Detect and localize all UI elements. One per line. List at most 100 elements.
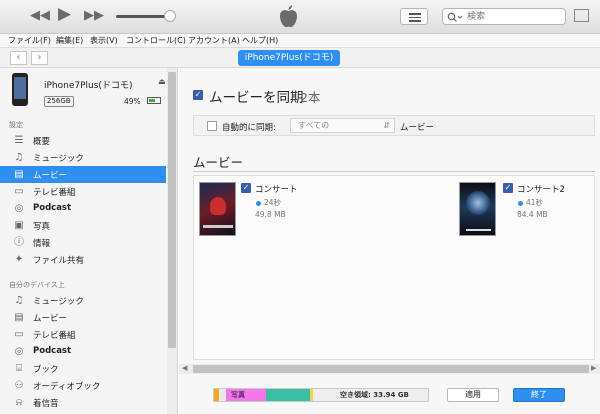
nav-row: ‹ › iPhone7Plus(ドコモ)	[0, 48, 600, 68]
movie-size: 49.8 MB	[255, 210, 286, 219]
fast-forward-icon[interactable]: ▶▶	[84, 9, 104, 23]
camera-icon: ▣	[14, 220, 24, 231]
storage-segment-apps	[266, 389, 310, 401]
device-card[interactable]: iPhone7Plus(ドコモ) ⏏ 256GB 49%	[0, 68, 166, 114]
menu-file[interactable]: ファイル(F)	[8, 35, 51, 46]
sidebar-scrollbar-thumb[interactable]	[168, 72, 176, 348]
sidebar-item-settings-3[interactable]: ▭ テレビ番組	[0, 183, 166, 200]
sidebar-scrollbar[interactable]	[167, 68, 177, 414]
capacity-badge: 256GB	[44, 96, 74, 107]
bell-icon: ⍾	[15, 397, 23, 408]
device-name: iPhone7Plus(ドコモ)	[44, 81, 133, 91]
play-icon[interactable]: ▶	[58, 6, 71, 23]
volume-slider-knob[interactable]	[164, 10, 176, 22]
select-arrows-icon: ⇵	[383, 121, 390, 130]
sync-movies-checkbox[interactable]: ✓	[193, 90, 203, 100]
menu-view[interactable]: 表示(V)	[90, 35, 118, 46]
back-button[interactable]: ‹	[10, 51, 27, 65]
film-icon: ▤	[14, 169, 24, 180]
battery-icon	[147, 97, 161, 104]
sidebar-item-label: ミュージック	[33, 297, 84, 307]
storage-capacity-bar: 写真 空き領域: 33.94 GB	[213, 388, 429, 402]
movies-heading: ムービー	[193, 155, 244, 170]
search-icon	[447, 12, 463, 22]
film-icon: ▤	[14, 312, 24, 323]
apply-button[interactable]: 適用	[447, 388, 499, 402]
auto-sync-bar: 自動的に同期: すべての ⇵ ムービー	[193, 115, 595, 136]
sidebar-item-ondevice-1[interactable]: ▤ ムービー	[0, 309, 166, 326]
tv-icon: ▭	[14, 186, 24, 197]
sidebar-item-ondevice-2[interactable]: ▭ テレビ番組	[0, 326, 166, 343]
main-panel: ✓ ムービーを同期 2本 自動的に同期: すべての ⇵ ムービー ムービー ✓ …	[179, 68, 600, 414]
sidebar-item-settings-4[interactable]: ◎ Podcast	[0, 200, 166, 217]
movie-checkbox[interactable]: ✓	[503, 183, 513, 193]
auto-sync-checkbox[interactable]	[207, 121, 217, 131]
music-note-icon: ♫	[14, 152, 24, 163]
sync-movies-count: 2本	[300, 90, 321, 105]
menu-account[interactable]: アカウント(A)	[188, 35, 240, 46]
sidebar-item-ondevice-6[interactable]: ⍾ 着信音	[0, 394, 166, 411]
divider	[193, 171, 595, 172]
movie-size: 84.4 MB	[517, 210, 548, 219]
movies-list: ✓ コンサート 24秒 49.8 MB ✓ コンサート2 41秒 84.4 MB	[193, 175, 595, 360]
podcast-icon: ◎	[14, 346, 24, 357]
movie-title: コンサート	[255, 185, 298, 195]
movie-duration: 41秒	[518, 197, 543, 208]
sidebar-item-settings-2[interactable]: ▤ ムービー	[0, 166, 166, 183]
book-icon: ⌸	[16, 363, 22, 374]
sidebar-item-label: 写真	[33, 222, 51, 232]
eject-icon[interactable]: ⏏	[158, 77, 166, 86]
horizontal-scrollbar-thumb[interactable]	[193, 365, 589, 373]
sidebar-item-ondevice-4[interactable]: ⌸ ブック	[0, 360, 166, 377]
auto-sync-select[interactable]: すべての ⇵	[290, 118, 395, 133]
info-icon: ⓘ	[14, 237, 24, 248]
menu-controls[interactable]: コントロール(C)	[126, 35, 186, 46]
battery-level	[149, 99, 155, 102]
settings-section-header: 設定	[9, 121, 23, 129]
rewind-icon[interactable]: ◀◀	[30, 9, 50, 23]
movie-duration-text: 41秒	[526, 198, 544, 207]
toolbar: ◀◀ ▶ ▶▶	[0, 0, 600, 34]
sidebar-item-label: 概要	[33, 137, 51, 147]
sidebar-item-settings-0[interactable]: ☰ 概要	[0, 132, 166, 149]
scroll-right-icon[interactable]: ▶	[591, 364, 596, 372]
sidebar-item-label: Podcast	[33, 346, 72, 356]
sidebar-item-label: Podcast	[33, 203, 72, 213]
sidebar-item-label: 着信音	[33, 399, 59, 409]
movie-duration: 24秒	[256, 197, 281, 208]
device-button[interactable]: iPhone7Plus(ドコモ)	[238, 50, 340, 66]
sidebar-item-ondevice-5[interactable]: ⚇ オーディオブック	[0, 377, 166, 394]
podcast-icon: ◎	[14, 203, 24, 214]
sidebar-item-ondevice-0[interactable]: ♫ ミュージック	[0, 292, 166, 309]
on-device-section-header: 自分のデバイス上	[9, 281, 65, 289]
music-note-icon: ♫	[14, 295, 24, 306]
sidebar-item-settings-6[interactable]: ⓘ 情報	[0, 234, 166, 251]
sidebar-item-settings-7[interactable]: ✦ ファイル共有	[0, 251, 166, 268]
battery-percent: 49%	[124, 97, 141, 106]
menu-help[interactable]: ヘルプ(H)	[242, 35, 278, 46]
search-input[interactable]	[467, 10, 562, 23]
sidebar-item-settings-5[interactable]: ▣ 写真	[0, 217, 166, 234]
auto-sync-tail-label: ムービー	[400, 123, 435, 133]
done-button[interactable]: 終了	[513, 388, 565, 402]
search-box[interactable]	[442, 8, 566, 25]
audiobook-icon: ⚇	[14, 380, 24, 391]
scroll-left-icon[interactable]: ◀	[182, 364, 187, 372]
sidebar-item-label: ブック	[33, 365, 59, 375]
horizontal-scrollbar[interactable]: ◀ ▶	[179, 364, 600, 374]
sidebar-item-settings-1[interactable]: ♫ ミュージック	[0, 149, 166, 166]
iphone-icon	[12, 73, 28, 106]
sidebar-item-label: オーディオブック	[33, 382, 101, 392]
movie-duration-text: 24秒	[264, 198, 282, 207]
forward-button[interactable]: ›	[31, 51, 48, 65]
sidebar-item-ondevice-3[interactable]: ◎ Podcast	[0, 343, 166, 360]
sidebar: iPhone7Plus(ドコモ) ⏏ 256GB 49% 設定 ☰ 概要 ♫ ミュージ…	[0, 68, 178, 414]
movie-checkbox[interactable]: ✓	[241, 183, 251, 193]
sidebar-item-label: テレビ番組	[33, 188, 76, 198]
menu-edit[interactable]: 編集(E)	[56, 35, 83, 46]
storage-segment-docs	[310, 389, 313, 401]
menu-bar: ファイル(F) 編集(E) 表示(V) コントロール(C) アカウント(A) ヘ…	[0, 34, 600, 48]
storage-free-label: 空き領域: 33.94 GB	[340, 391, 409, 399]
list-view-icon[interactable]	[400, 8, 428, 25]
maximize-window-button[interactable]	[574, 9, 589, 22]
